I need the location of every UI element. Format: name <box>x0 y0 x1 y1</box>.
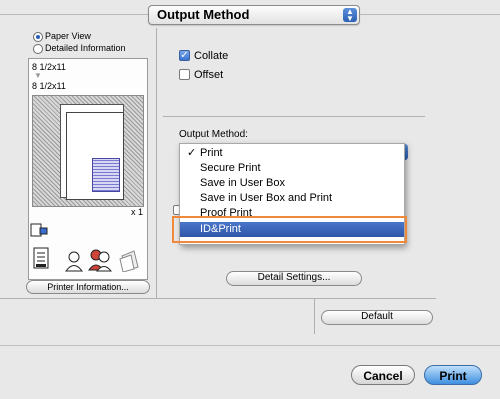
user-group-icon <box>88 248 113 272</box>
menu-item-secure-print[interactable]: Secure Print <box>180 161 404 176</box>
paper-view-radio[interactable] <box>33 32 43 42</box>
menu-item-label: Secure Print <box>200 162 261 174</box>
popup-label: Output Method <box>157 7 250 22</box>
output-paper-size: 8 1/2x11 <box>32 81 66 91</box>
page-curl <box>92 158 120 192</box>
highlight-callout <box>172 216 407 243</box>
section-separator <box>163 116 425 117</box>
menu-item-save-and-print[interactable]: Save in User Box and Print <box>180 191 404 206</box>
paper-view-label: Paper View <box>45 31 91 41</box>
checkmark-icon: ✓ <box>187 147 197 159</box>
updown-arrows-icon: ▲ ▼ <box>343 8 357 23</box>
detailed-info-label: Detailed Information <box>45 43 126 53</box>
output-method-popup[interactable]: Output Method ▲ ▼ <box>148 5 360 25</box>
menu-item-label: Print <box>200 147 223 159</box>
collate-checkbox[interactable]: ✓ <box>179 50 190 61</box>
offset-label: Offset <box>194 69 224 81</box>
default-divider <box>314 298 315 334</box>
detailed-info-radio[interactable] <box>33 44 43 54</box>
printer-output-icon <box>30 222 48 238</box>
paper-stack-icon <box>118 248 142 273</box>
user-icon <box>64 250 84 272</box>
menu-item-print[interactable]: ✓ Print <box>180 146 404 161</box>
printer-information-button[interactable]: Printer Information... <box>26 280 150 294</box>
lower-separator <box>0 298 436 299</box>
offset-checkbox[interactable] <box>179 69 190 80</box>
copies-count: x 1 <box>131 207 144 217</box>
default-button[interactable]: Default <box>321 310 433 325</box>
print-button[interactable]: Print <box>424 365 482 385</box>
down-arrow-icon: ▼ <box>34 71 42 80</box>
menu-item-save-in-user-box[interactable]: Save in User Box <box>180 176 404 191</box>
footer-separator <box>0 345 500 346</box>
detail-settings-button[interactable]: Detail Settings... <box>226 271 362 286</box>
output-method-label: Output Method: <box>179 129 248 140</box>
menu-item-label: Save in User Box and Print <box>200 192 333 204</box>
document-icon <box>32 246 52 270</box>
menu-item-label: Save in User Box <box>200 177 285 189</box>
cancel-button[interactable]: Cancel <box>351 365 415 385</box>
collate-label: Collate <box>194 50 229 62</box>
panel-divider <box>156 28 157 298</box>
